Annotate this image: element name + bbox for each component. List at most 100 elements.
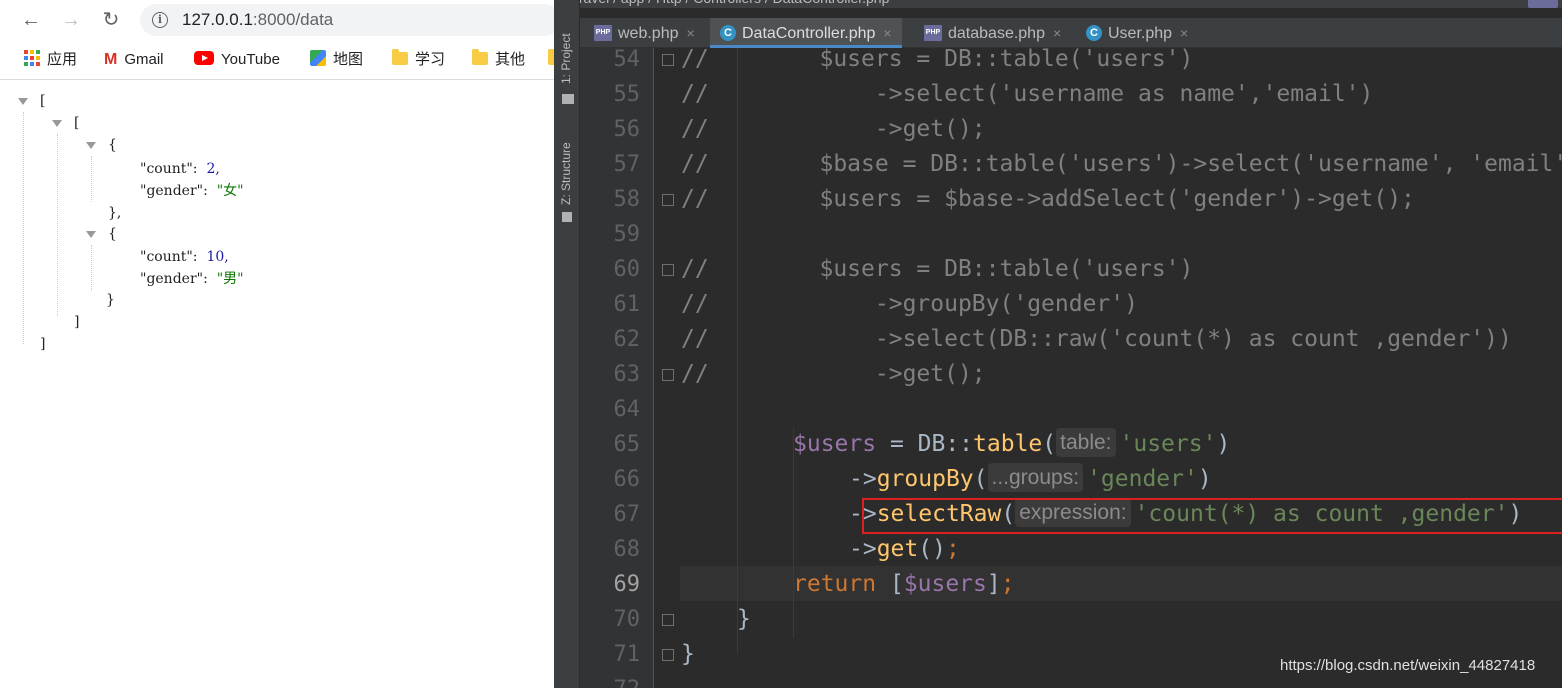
bookmarks-bar: 应用 M Gmail YouTube 地图 学习 其他 — [0, 40, 554, 80]
comment-text: ->get(); — [708, 361, 986, 387]
line-number: 60 — [613, 257, 641, 282]
line-number: 64 — [613, 397, 641, 422]
json-brace: { — [108, 226, 117, 242]
comment-text: ->groupBy('gender') — [708, 291, 1138, 317]
fold-marker-icon[interactable] — [662, 649, 674, 661]
code-line-60: // $users = DB::table('users') — [681, 252, 1193, 287]
fold-marker-icon[interactable] — [662, 194, 674, 206]
folder-icon — [392, 48, 408, 65]
semicolon-token: ; — [945, 536, 960, 562]
code-line-57: // $base = DB::table('users')->select('u… — [681, 147, 1562, 182]
line-number: 59 — [613, 222, 641, 247]
method-token: table — [973, 431, 1043, 457]
json-bracket: [ — [40, 93, 46, 109]
line-number: 67 — [613, 502, 641, 527]
info-icon[interactable]: i — [152, 12, 168, 28]
folder-icon — [472, 48, 488, 65]
json-number: 10, — [206, 249, 229, 265]
ide-window: laravel / app / Http / Controllers / Dat… — [554, 0, 1562, 688]
line-number: 63 — [613, 362, 641, 387]
close-icon[interactable]: × — [1180, 25, 1188, 41]
ide-breadcrumb[interactable]: laravel / app / Http / Controllers / Dat… — [554, 0, 1562, 8]
parameter-hint: table: — [1056, 428, 1116, 457]
bookmark-folder-study[interactable]: 学习 — [392, 48, 445, 70]
comment-marker: // — [681, 81, 709, 107]
comment-marker: // — [681, 116, 709, 142]
code-line-66: ->groupBy(...groups:'gender') — [849, 462, 1212, 497]
indent-guide — [91, 245, 92, 291]
collapse-triangle-icon[interactable] — [86, 231, 96, 238]
code-line-61: // ->groupBy('gender') — [681, 287, 1138, 322]
code-line-69: return [$users]; — [793, 567, 1015, 602]
json-bracket: [ — [74, 115, 80, 131]
json-entry-gender: "gender": "女" — [140, 181, 244, 201]
back-arrow-icon[interactable]: ← — [17, 6, 45, 34]
address-bar[interactable]: i 127.0.0.1:8000/data — [140, 4, 554, 36]
method-token: get — [876, 536, 919, 562]
bookmark-youtube[interactable]: YouTube — [194, 50, 280, 70]
bookmark-label: 其他 — [495, 51, 526, 68]
collapse-triangle-icon[interactable] — [52, 120, 62, 127]
code-editor[interactable]: 54 55 56 57 58 59 60 61 62 63 64 65 66 6… — [580, 46, 1562, 688]
tab-label: User.php — [1108, 25, 1173, 42]
comment-text: ->select('username as name','email') — [708, 81, 1374, 107]
comment-text: $base = DB::table('users')->select('user… — [708, 151, 1562, 177]
comment-marker: // — [681, 186, 709, 212]
json-bracket: ] — [40, 336, 46, 352]
project-tool-tab[interactable]: 1: Project — [559, 33, 573, 84]
watermark-text: https://blog.csdn.net/weixin_44827418 — [1280, 657, 1536, 674]
close-icon[interactable]: × — [1053, 25, 1061, 41]
string-token: 'gender' — [1087, 466, 1198, 492]
close-icon[interactable]: × — [883, 25, 891, 41]
browser-window: ← → ↻ i 127.0.0.1:8000/data 应用 M Gmail Yo… — [0, 0, 554, 688]
keyword-token: return — [793, 571, 877, 597]
structure-tool-tab[interactable]: Z: Structure — [559, 142, 573, 205]
fold-marker-icon[interactable] — [662, 369, 674, 381]
tab-label: DataController.php — [742, 25, 876, 42]
close-icon[interactable]: × — [687, 25, 695, 41]
bookmark-maps[interactable]: 地图 — [310, 50, 363, 70]
brace-token: } — [737, 606, 751, 632]
fold-marker-icon[interactable] — [662, 264, 674, 276]
json-key: "count": — [140, 249, 198, 265]
class-icon: C — [1086, 24, 1102, 41]
reload-icon[interactable]: ↻ — [97, 6, 125, 34]
json-viewer: [ [ { "count": 2, "gender": "女" }, { "co… — [0, 84, 554, 688]
collapse-triangle-icon[interactable] — [18, 98, 28, 105]
collapse-triangle-icon[interactable] — [86, 142, 96, 149]
string-token: 'users' — [1119, 431, 1217, 457]
forward-arrow-icon[interactable]: → — [57, 6, 85, 34]
bookmark-label: 应用 — [47, 51, 78, 68]
line-number: 57 — [613, 152, 641, 177]
json-brace: { — [108, 137, 117, 153]
fold-marker-icon[interactable] — [662, 614, 674, 626]
class-icon: C — [720, 24, 736, 41]
variable-token: $users — [903, 571, 987, 597]
json-entry-gender: "gender": "男" — [140, 269, 244, 289]
variable-token: $users — [793, 431, 877, 457]
fold-marker-icon[interactable] — [662, 54, 674, 66]
bookmark-apps[interactable]: 应用 — [24, 50, 77, 70]
paren-token: () — [918, 536, 946, 562]
structure-icon[interactable] — [562, 212, 572, 222]
annotation-highlight-box — [862, 498, 1562, 534]
tab-label: web.php — [618, 25, 679, 42]
bookmark-gmail[interactable]: M Gmail — [104, 50, 164, 70]
json-key: "gender": — [140, 271, 208, 287]
bookmark-folder-other[interactable]: 其他 — [472, 48, 526, 70]
line-number-current: 69 — [613, 572, 641, 597]
line-number: 66 — [613, 467, 641, 492]
comment-text: $users = $base->addSelect('gender')->get… — [708, 186, 1415, 212]
url-text[interactable]: 127.0.0.1:8000/data — [182, 10, 333, 30]
paren-token: ( — [1042, 431, 1057, 457]
line-number: 56 — [613, 117, 641, 142]
json-key: "count": — [140, 161, 198, 177]
maps-icon — [310, 50, 326, 67]
semicolon-token: ; — [1000, 571, 1015, 597]
folder-icon[interactable] — [562, 94, 574, 104]
bracket-token: ] — [986, 571, 1001, 597]
json-bracket: ] — [74, 314, 80, 330]
comment-marker: // — [681, 361, 709, 387]
line-number: 55 — [613, 82, 641, 107]
line-number: 72 — [580, 672, 641, 688]
